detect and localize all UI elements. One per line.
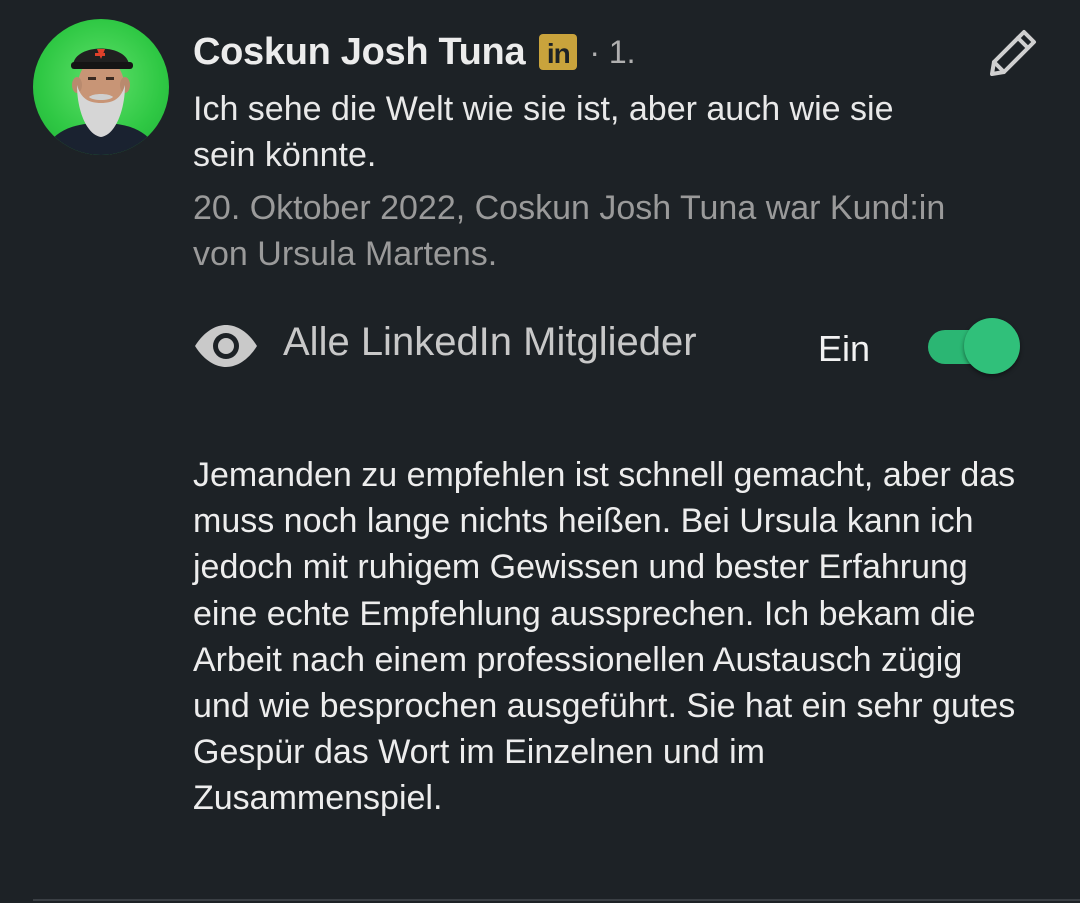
pencil-icon[interactable] [980,24,1042,86]
avatar-photo [43,48,159,155]
toggle-knob [964,318,1020,374]
author-headline: Ich sehe die Welt wie sie ist, aber auch… [193,90,894,174]
divider [33,899,1080,901]
eye-icon [193,324,259,368]
author-name[interactable]: Coskun Josh Tuna [193,31,526,74]
visibility-label: Alle LinkedIn Mitglieder [283,320,697,364]
recommendation-text: Jemanden zu empfehlen ist schnell gemach… [193,456,1016,818]
visibility-toggle[interactable] [928,318,1020,374]
toggle-state-label: Ein [818,328,871,369]
recommendation-card: Coskun Josh Tuna in · 1. Ich sehe die We… [0,0,1080,903]
recommendation-meta: 20. Oktober 2022, Coskun Josh Tuna war K… [193,189,946,273]
connection-degree: · 1. [589,33,636,70]
author-avatar[interactable] [33,19,169,155]
linkedin-premium-icon: in [539,34,578,70]
author-header: Coskun Josh Tuna in · 1. [193,28,636,76]
visibility-setting: Alle LinkedIn Mitglieder Ein [193,318,1033,374]
